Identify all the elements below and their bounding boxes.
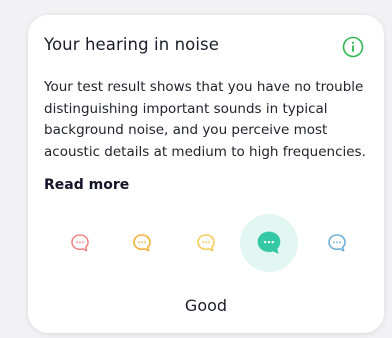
speech-bubble-icon[interactable] bbox=[194, 231, 218, 255]
card-title: Your hearing in noise bbox=[44, 35, 220, 54]
result-description: Your test result shows that you have no … bbox=[44, 79, 366, 160]
rating-scale bbox=[28, 211, 384, 275]
hearing-in-noise-card: Your hearing in noise Your test result s… bbox=[28, 15, 384, 333]
info-icon[interactable] bbox=[342, 36, 364, 58]
speech-bubble-icon[interactable] bbox=[325, 231, 349, 255]
selected-rating[interactable] bbox=[240, 214, 298, 272]
speech-bubble-icon bbox=[257, 231, 281, 254]
rating-label: Good bbox=[184, 296, 228, 315]
speech-bubble-icon[interactable] bbox=[130, 231, 154, 255]
speech-bubble-icon[interactable] bbox=[68, 231, 92, 255]
read-more-link[interactable]: Read more bbox=[44, 177, 129, 193]
